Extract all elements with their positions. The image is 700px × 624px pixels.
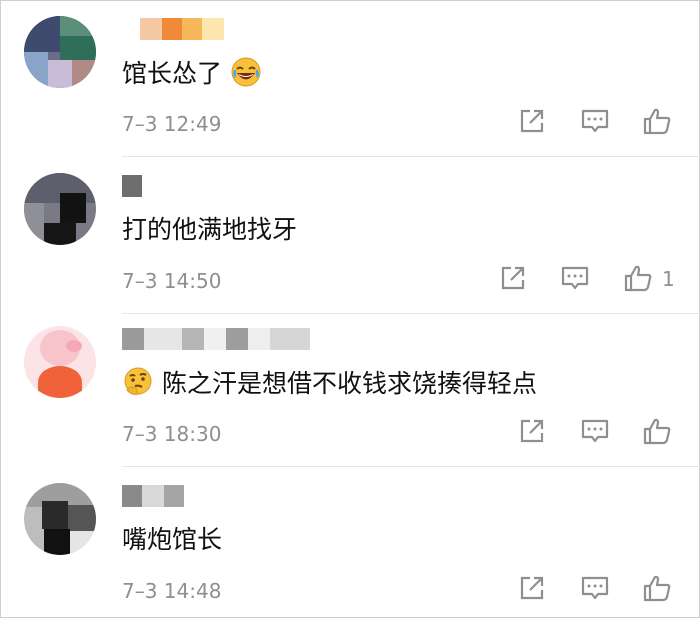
share-icon[interactable]	[517, 573, 549, 605]
comment-text: 嘴炮馆长	[122, 523, 222, 557]
reply-icon[interactable]	[580, 573, 612, 605]
comment-item: 打的他满地找牙 7–3 14:50 1	[0, 157, 700, 314]
username-redacted[interactable]	[122, 328, 310, 350]
reply-icon[interactable]	[580, 416, 612, 448]
comment-text-content: 嘴炮馆长	[122, 525, 223, 554]
reply-icon[interactable]	[580, 106, 612, 138]
tears-of-joy-emoji	[230, 56, 262, 97]
comment-text: 陈之汗是想借不收钱求饶揍得轻点	[122, 366, 537, 407]
comment-text-content: 馆长怂了	[122, 59, 223, 88]
comment-actions: 1	[0, 263, 700, 299]
avatar[interactable]	[24, 483, 96, 555]
comment-actions	[0, 573, 700, 609]
reply-icon[interactable]	[560, 263, 592, 295]
comment-text-content: 打的他满地找牙	[122, 215, 298, 244]
comment-text: 打的他满地找牙	[122, 213, 297, 247]
comment-actions	[0, 416, 700, 452]
comment-item: 嘴炮馆长 7–3 14:48	[0, 467, 700, 624]
thumbs-up-icon[interactable]	[623, 263, 655, 295]
comment-item: 馆长怂了 7–3 12:49	[0, 0, 700, 157]
comment-item: 陈之汗是想借不收钱求饶揍得轻点 7–3 18:30	[0, 310, 700, 467]
share-icon[interactable]	[517, 106, 549, 138]
username-redacted[interactable]	[122, 18, 224, 40]
comment-actions	[0, 106, 700, 142]
thumbs-up-icon[interactable]	[642, 106, 674, 138]
thumbs-up-icon[interactable]	[642, 416, 674, 448]
thinking-face-emoji	[122, 366, 154, 407]
avatar[interactable]	[24, 173, 96, 245]
username-redacted[interactable]	[122, 175, 142, 197]
avatar[interactable]	[24, 16, 96, 88]
comment-text: 馆长怂了	[122, 56, 262, 97]
thumbs-up-icon[interactable]	[642, 573, 674, 605]
comment-text-content: 陈之汗是想借不收钱求饶揍得轻点	[161, 369, 537, 398]
username-redacted[interactable]	[122, 485, 184, 507]
avatar[interactable]	[24, 326, 96, 398]
share-icon[interactable]	[517, 416, 549, 448]
share-icon[interactable]	[498, 263, 530, 295]
like-count: 1	[662, 267, 675, 291]
